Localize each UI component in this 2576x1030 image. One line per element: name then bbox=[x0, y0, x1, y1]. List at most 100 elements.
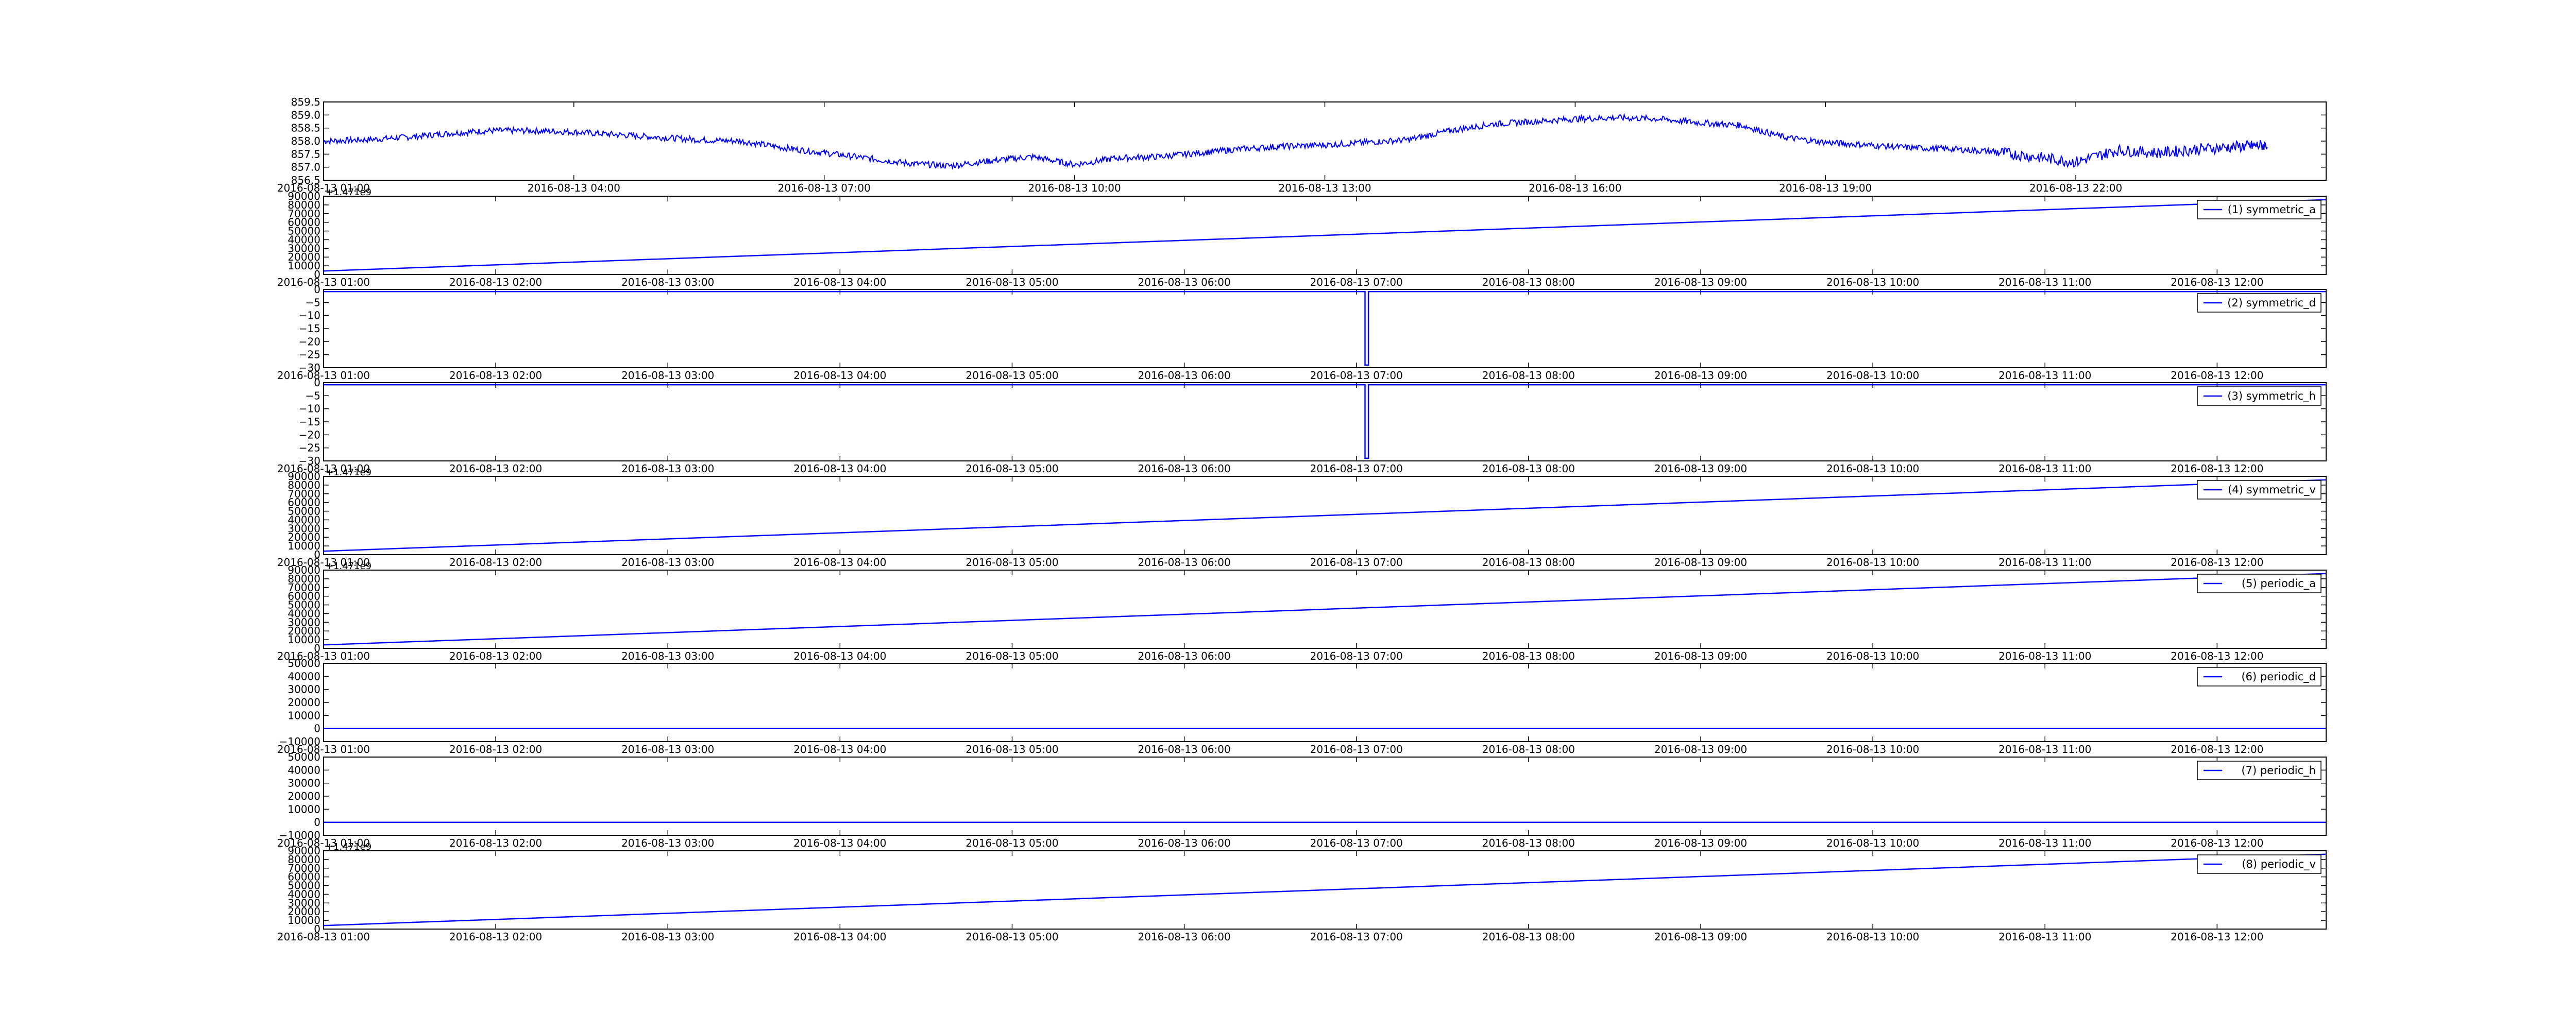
y-tick-label: −10 bbox=[299, 403, 320, 415]
x-tick-label: 2016-08-13 04:00 bbox=[793, 276, 886, 288]
legend: (4) symmetric_v bbox=[2197, 480, 2321, 500]
axes-frame bbox=[323, 382, 2327, 461]
x-tick-label: 2016-08-13 10:00 bbox=[1028, 182, 1121, 194]
x-tick-label: 2016-08-13 09:00 bbox=[1654, 743, 1747, 756]
subplot-5: 0100002000030000400005000060000700008000… bbox=[277, 467, 2327, 569]
axes-frame bbox=[323, 289, 2327, 368]
x-tick-label: 2016-08-13 06:00 bbox=[1138, 276, 1231, 288]
x-tick-label: 2016-08-13 11:00 bbox=[1998, 743, 2091, 756]
subplot-7: −10000010000200003000040000500002016-08-… bbox=[277, 657, 2327, 756]
x-tick-label: 2016-08-13 12:00 bbox=[2171, 650, 2263, 662]
x-tick-label: 2016-08-13 04:00 bbox=[793, 556, 886, 569]
x-tick-label: 2016-08-13 02:00 bbox=[449, 276, 542, 288]
x-tick-label: 2016-08-13 19:00 bbox=[1779, 182, 1872, 194]
x-tick-label: 2016-08-13 10:00 bbox=[1826, 276, 1919, 288]
x-tick-label: 2016-08-13 07:00 bbox=[1310, 276, 1403, 288]
x-tick-label: 2016-08-13 13:00 bbox=[1278, 182, 1371, 194]
x-tick-label: 2016-08-13 05:00 bbox=[965, 556, 1058, 569]
x-tick-label: 2016-08-13 12:00 bbox=[2171, 369, 2263, 382]
y-tick-label: 858.5 bbox=[291, 122, 320, 134]
x-tick-label: 2016-08-13 09:00 bbox=[1654, 462, 1747, 475]
x-tick-label: 2016-08-13 04:00 bbox=[793, 743, 886, 756]
x-tick-label: 2016-08-13 03:00 bbox=[621, 276, 714, 288]
subplot-6: 0100002000030000400005000060000700008000… bbox=[277, 561, 2327, 662]
y-tick-label: 40000 bbox=[287, 670, 320, 682]
x-tick-label: 2016-08-13 08:00 bbox=[1482, 462, 1575, 475]
y-tick-label: 90000 bbox=[287, 470, 320, 483]
y-tick-label: −5 bbox=[306, 389, 320, 402]
x-tick-label: 2016-08-13 06:00 bbox=[1138, 650, 1231, 662]
legend-label: (3) symmetric_h bbox=[2227, 390, 2316, 403]
x-tick-label: 2016-08-13 03:00 bbox=[621, 931, 714, 943]
x-tick-label: 2016-08-13 07:00 bbox=[1310, 743, 1403, 756]
y-tick-label: 10000 bbox=[287, 709, 320, 722]
x-tick-label: 2016-08-13 03:00 bbox=[621, 743, 714, 756]
x-tick-label: 2016-08-13 06:00 bbox=[1138, 837, 1231, 849]
y-tick-label: 90000 bbox=[287, 190, 320, 202]
x-tick-label: 2016-08-13 03:00 bbox=[621, 650, 714, 662]
axes-frame bbox=[323, 101, 2327, 181]
x-tick-label: 2016-08-13 11:00 bbox=[1998, 931, 2091, 943]
series-line bbox=[324, 384, 2326, 459]
axis-offset-label: +1.471e9 bbox=[326, 467, 371, 478]
y-tick-label: 0 bbox=[314, 283, 320, 296]
x-tick-label: 2016-08-13 08:00 bbox=[1482, 931, 1575, 943]
legend: (5) periodic_a bbox=[2197, 574, 2321, 593]
y-tick-label: −15 bbox=[299, 416, 320, 428]
axis-offset-label: +1.471e9 bbox=[326, 842, 371, 852]
x-tick-label: 2016-08-13 05:00 bbox=[965, 369, 1058, 382]
axes-frame bbox=[323, 663, 2327, 742]
x-tick-label: 2016-08-13 04:00 bbox=[793, 837, 886, 849]
x-tick-label: 2016-08-13 11:00 bbox=[1998, 837, 2091, 849]
axis-offset-label: +1.471e9 bbox=[326, 561, 371, 572]
subplot-2: 0100002000030000400005000060000700008000… bbox=[277, 187, 2327, 288]
x-tick-label: 2016-08-13 09:00 bbox=[1654, 650, 1747, 662]
x-tick-label: 2016-08-13 22:00 bbox=[2029, 182, 2122, 194]
x-tick-label: 2016-08-13 05:00 bbox=[965, 276, 1058, 288]
x-tick-label: 2016-08-13 11:00 bbox=[1998, 276, 2091, 288]
x-tick-label: 2016-08-13 03:00 bbox=[621, 369, 714, 382]
y-tick-label: 30000 bbox=[287, 777, 320, 789]
x-tick-label: 2016-08-13 07:00 bbox=[778, 182, 871, 194]
y-tick-label: 0 bbox=[314, 723, 320, 735]
y-tick-label: 20000 bbox=[287, 696, 320, 709]
x-tick-label: 2016-08-13 02:00 bbox=[449, 743, 542, 756]
x-tick-label: 2016-08-13 07:00 bbox=[1310, 931, 1403, 943]
x-tick-label: 2016-08-13 02:00 bbox=[449, 931, 542, 943]
y-tick-label: −5 bbox=[306, 296, 320, 308]
x-tick-label: 2016-08-13 11:00 bbox=[1998, 462, 2091, 475]
y-tick-label: −25 bbox=[299, 349, 320, 361]
x-tick-label: 2016-08-13 09:00 bbox=[1654, 837, 1747, 849]
x-tick-label: 2016-08-13 16:00 bbox=[1529, 182, 1621, 194]
x-tick-label: 2016-08-13 06:00 bbox=[1138, 743, 1231, 756]
x-tick-label: 2016-08-13 04:00 bbox=[793, 650, 886, 662]
x-tick-label: 2016-08-13 03:00 bbox=[621, 556, 714, 569]
x-tick-label: 2016-08-13 10:00 bbox=[1826, 743, 1919, 756]
x-tick-label: 2016-08-13 01:00 bbox=[277, 276, 370, 288]
x-tick-label: 2016-08-13 11:00 bbox=[1998, 650, 2091, 662]
y-tick-label: 859.5 bbox=[291, 96, 320, 108]
x-tick-label: 2016-08-13 06:00 bbox=[1138, 556, 1231, 569]
x-tick-label: 2016-08-13 10:00 bbox=[1826, 931, 1919, 943]
series-line bbox=[323, 853, 2326, 926]
x-tick-label: 2016-08-13 08:00 bbox=[1482, 650, 1575, 662]
figure-canvas: 856.5857.0857.5858.0858.5859.0859.52016-… bbox=[277, 96, 2327, 943]
subplot-9: 0100002000030000400005000060000700008000… bbox=[277, 842, 2327, 943]
legend-label: (2) symmetric_d bbox=[2227, 297, 2316, 310]
legend-label: (1) symmetric_a bbox=[2228, 203, 2316, 216]
x-tick-label: 2016-08-13 07:00 bbox=[1310, 369, 1403, 382]
y-tick-label: 0 bbox=[314, 816, 320, 829]
x-tick-label: 2016-08-13 05:00 bbox=[965, 743, 1058, 756]
legend: (3) symmetric_h bbox=[2197, 386, 2321, 406]
x-tick-label: 2016-08-13 04:00 bbox=[793, 931, 886, 943]
y-tick-label: 30000 bbox=[287, 683, 320, 696]
y-tick-label: 90000 bbox=[287, 564, 320, 576]
y-tick-label: −25 bbox=[299, 442, 320, 454]
x-tick-label: 2016-08-13 05:00 bbox=[965, 462, 1058, 475]
legend-label: (7) periodic_h bbox=[2241, 764, 2316, 777]
axes-frame bbox=[323, 757, 2327, 836]
x-tick-label: 2016-08-13 06:00 bbox=[1138, 462, 1231, 475]
series-line bbox=[323, 199, 2326, 272]
x-tick-label: 2016-08-13 05:00 bbox=[965, 650, 1058, 662]
y-tick-label: 90000 bbox=[287, 845, 320, 857]
